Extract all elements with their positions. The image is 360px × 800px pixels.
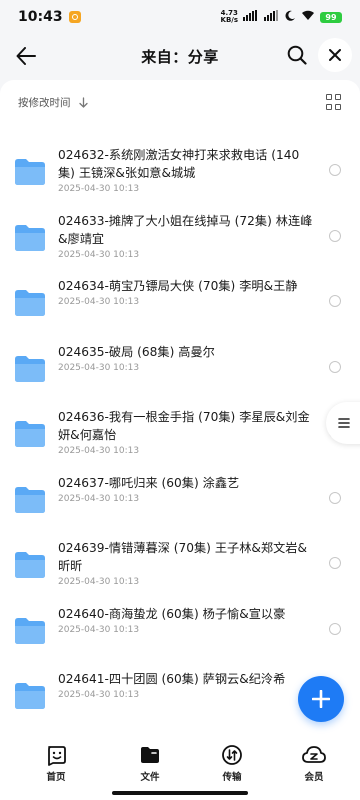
network-speed-unit: KB/s	[220, 16, 238, 24]
file-date: 2025-04-30 10:13	[58, 249, 140, 260]
file-name: 024639-情错薄暮深 (70集) 王子林&郑文岩&昕昕	[58, 541, 307, 573]
back-arrow-icon	[16, 47, 36, 65]
sort-bar: 按修改时间	[0, 80, 360, 124]
sort-by-modified-button[interactable]: 按修改时间	[18, 95, 71, 110]
sort-down-arrow-icon[interactable]	[78, 96, 88, 108]
folder-icon	[15, 552, 45, 578]
file-text: 024636-我有一根金手指 (70集) 李星辰&刘金妍&何嘉怡 2025-04…	[58, 408, 316, 456]
page-title: 来自：分享	[141, 47, 219, 66]
transfer-icon	[222, 745, 242, 765]
file-name: 024636-我有一根金手指 (70集) 李星辰&刘金妍&何嘉怡	[58, 410, 310, 442]
file-text: 024639-情错薄暮深 (70集) 王子林&郑文岩&昕昕 2025-04-30…	[58, 539, 316, 587]
file-date: 2025-04-30 10:13	[58, 184, 140, 194]
file-row[interactable]: 024634-萌宝乃镖局大侠 (70集) 李明&王静 2025-04-30 10…	[0, 277, 360, 343]
folder-icon	[15, 617, 45, 644]
side-menu-button[interactable]	[326, 402, 360, 444]
nav-label-transfer: 传输	[222, 772, 242, 783]
add-button[interactable]	[298, 676, 344, 722]
home-indicator[interactable]	[112, 791, 248, 795]
status-bar: 10:43 4.73 KB/s 99	[0, 0, 360, 34]
folder-icon	[15, 683, 45, 709]
file-text: 024637-哪吒归来 (60集) 涂鑫艺 2025-04-30 10:13	[58, 474, 316, 504]
folder-icon	[15, 290, 45, 316]
header-bar: 来自：分享	[0, 34, 360, 78]
network-speed: 4.73 KB/s	[221, 10, 238, 24]
back-button[interactable]	[12, 42, 40, 70]
search-icon	[287, 45, 307, 65]
file-list: 024632-系统刚激活女神打来求救电话 (140集) 王镜深&张如意&城城 2…	[0, 146, 360, 736]
moon-icon	[285, 10, 296, 24]
file-date: 2025-04-30 10:13	[58, 362, 140, 373]
folder-icon	[15, 421, 45, 447]
folder-icon	[15, 486, 45, 513]
nav-label-files: 文件	[140, 772, 160, 783]
select-radio[interactable]	[329, 557, 341, 569]
file-text: 024632-系统刚激活女神打来求救电话 (140集) 王镜深&张如意&城城 2…	[58, 146, 316, 194]
file-text: 024633-摊牌了大小姐在线掉马 (72集) 林连峰&廖靖宜 2025-04-…	[58, 212, 316, 260]
file-row[interactable]: 024632-系统刚激活女神打来求救电话 (140集) 王镜深&张如意&城城 2…	[0, 146, 360, 212]
select-radio[interactable]	[329, 622, 341, 635]
folder-icon	[15, 224, 45, 251]
vip-cloud-icon	[302, 746, 326, 763]
close-icon	[329, 49, 341, 61]
select-radio[interactable]	[329, 295, 341, 307]
signal-hd-icon	[243, 10, 259, 24]
file-row[interactable]: 024635-破局 (68集) 高曼尔 2025-04-30 10:13	[0, 343, 360, 409]
status-icons: 4.73 KB/s 99	[221, 10, 342, 24]
file-row[interactable]: 024639-情错薄暮深 (70集) 王子林&郑文岩&昕昕 2025-04-30…	[0, 539, 360, 605]
folder-icon	[15, 355, 45, 382]
file-text: 024635-破局 (68集) 高曼尔 2025-04-30 10:13	[58, 343, 316, 373]
menu-lines-icon	[338, 418, 350, 428]
file-name: 024633-摊牌了大小姐在线掉马 (72集) 林连峰&廖靖宜	[58, 213, 313, 246]
file-name: 024641-四十团圆 (60集) 萨钢云&纪泠希	[58, 672, 286, 686]
nav-item-home[interactable]: 首页	[16, 740, 96, 800]
file-name: 024634-萌宝乃镖局大侠 (70集) 李明&王静	[58, 279, 298, 293]
file-name: 024640-商海蛰龙 (60集) 杨子愉&宣以豪	[58, 606, 286, 621]
signal-hd-icon-2	[264, 10, 280, 24]
file-text: 024634-萌宝乃镖局大侠 (70集) 李明&王静 2025-04-30 10…	[58, 277, 316, 307]
file-name: 024637-哪吒归来 (60集) 涂鑫艺	[58, 475, 240, 490]
file-date: 2025-04-30 10:13	[58, 297, 140, 307]
file-row[interactable]: 024640-商海蛰龙 (60集) 杨子愉&宣以豪 2025-04-30 10:…	[0, 605, 360, 671]
plus-icon	[312, 690, 330, 708]
nav-label-vip: 会员	[304, 772, 324, 783]
file-row[interactable]: 024637-哪吒归来 (60集) 涂鑫艺 2025-04-30 10:13	[0, 474, 360, 540]
select-radio[interactable]	[329, 229, 341, 242]
nav-label-home: 首页	[46, 772, 66, 783]
select-radio[interactable]	[329, 164, 341, 176]
nav-item-vip[interactable]: 会员	[274, 740, 354, 800]
search-button[interactable]	[283, 41, 311, 69]
battery-icon: 99	[320, 11, 342, 23]
home-face-icon	[48, 746, 66, 766]
file-list-panel: 按修改时间 024632-系统刚激活女神打来求救电话 (140集) 王镜深&张如…	[0, 80, 360, 740]
file-date: 2025-04-30 10:13	[58, 690, 140, 700]
wifi-icon	[301, 10, 315, 24]
file-row[interactable]: 024636-我有一根金手指 (70集) 李星辰&刘金妍&何嘉怡 2025-04…	[0, 408, 360, 474]
notification-app-icon	[68, 11, 81, 23]
status-time: 10:43	[18, 9, 63, 25]
file-name: 024632-系统刚激活女神打来求救电话 (140集) 王镜深&张如意&城城	[58, 148, 300, 180]
select-radio[interactable]	[329, 491, 341, 504]
file-date: 2025-04-30 10:13	[58, 577, 140, 587]
folder-icon	[15, 159, 45, 185]
grid-view-icon[interactable]	[326, 94, 342, 110]
file-date: 2025-04-30 10:13	[58, 446, 140, 456]
close-button[interactable]	[318, 38, 352, 72]
file-row[interactable]: 024633-摊牌了大小姐在线掉马 (72集) 林连峰&廖靖宜 2025-04-…	[0, 212, 360, 278]
file-text: 024640-商海蛰龙 (60集) 杨子愉&宣以豪 2025-04-30 10:…	[58, 605, 316, 635]
file-text: 024641-四十团圆 (60集) 萨钢云&纪泠希 2025-04-30 10:…	[58, 670, 316, 700]
file-date: 2025-04-30 10:13	[58, 624, 140, 635]
select-radio[interactable]	[329, 360, 341, 373]
folder-icon	[141, 747, 159, 763]
file-name: 024635-破局 (68集) 高曼尔	[58, 344, 215, 359]
file-date: 2025-04-30 10:13	[58, 493, 140, 504]
